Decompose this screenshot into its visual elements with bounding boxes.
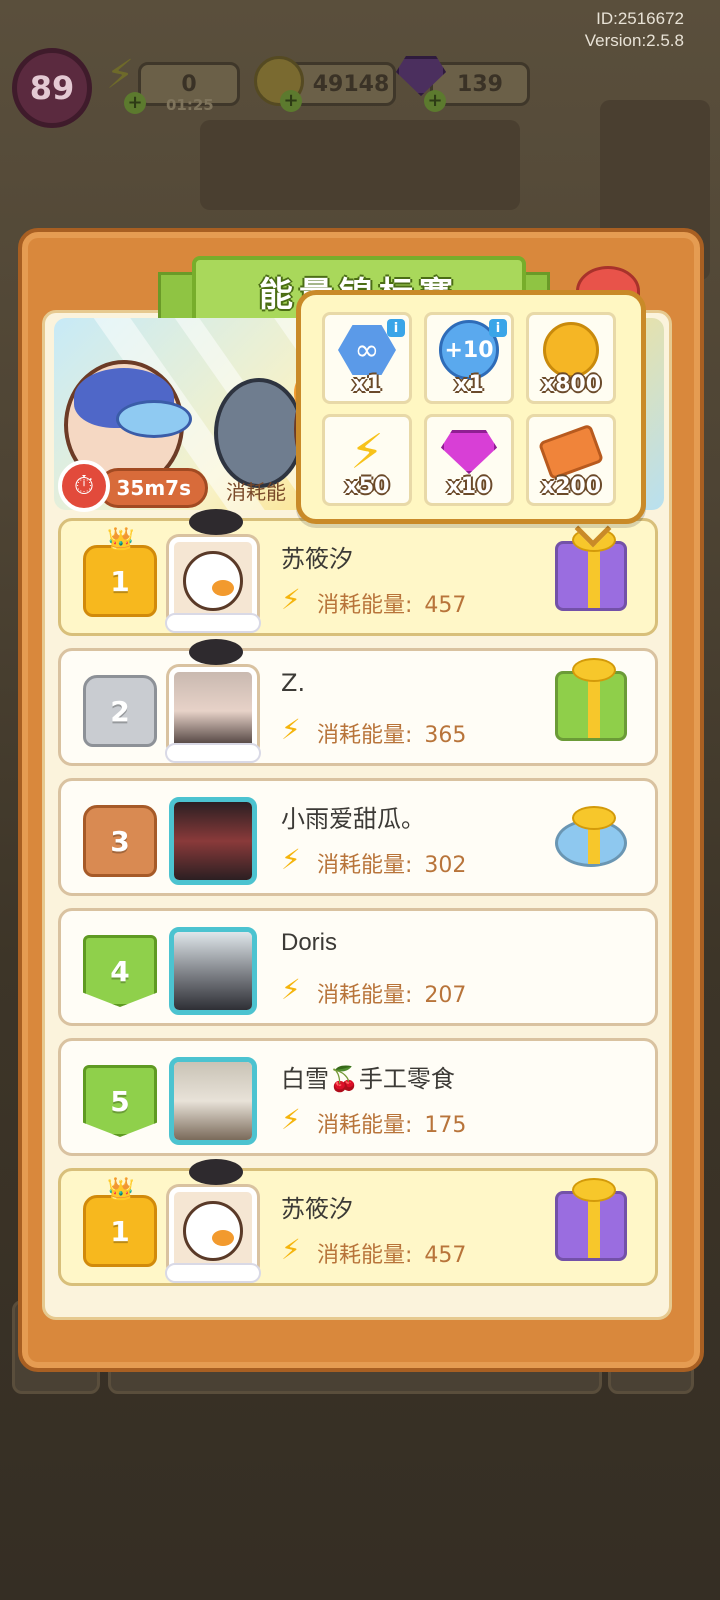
energy-consumed: 消耗能量: 207 [317, 983, 467, 1008]
reward-quantity: x800 [540, 372, 602, 397]
rank-badge-green: 4 [83, 935, 157, 1007]
background-shelf [200, 120, 520, 210]
lightning-icon: ⚡ [281, 1103, 301, 1136]
lightning-icon: ⚡ [281, 973, 301, 1006]
player-name: 苏筱汐 [281, 1195, 353, 1223]
rank-badge-green: 5 [83, 1065, 157, 1137]
reward-coins[interactable]: x800 [526, 312, 616, 404]
player-name: Doris [281, 929, 338, 956]
add-coins-plus-icon[interactable]: + [280, 90, 302, 112]
reward-quantity: x200 [540, 474, 602, 499]
info-icon[interactable]: i [489, 319, 507, 337]
lightning-icon: ⚡ [281, 843, 301, 876]
user-photo [174, 672, 252, 750]
leaderboard-row-4[interactable]: 4 Doris ⚡ 消耗能量: 207 [58, 908, 658, 1026]
rank-number: 3 [110, 824, 130, 858]
gift-box-icon[interactable] [555, 528, 627, 611]
energy-consumed: 消耗能量: 365 [317, 723, 467, 748]
banner-consume-label: 消耗能 [226, 480, 286, 504]
ticket-icon [537, 423, 605, 481]
bird-character [214, 378, 304, 488]
player-name: 苏筱汐 [281, 545, 353, 573]
rank-number: 4 [110, 954, 130, 988]
coin-icon [543, 322, 599, 378]
reward-quantity: x1 [352, 372, 382, 397]
user-id-label: ID:2516672 [596, 9, 684, 28]
reward-quantity: x1 [454, 372, 484, 397]
avatar[interactable] [169, 537, 257, 625]
rank-number: 1 [110, 564, 130, 598]
gift-box-icon[interactable] [555, 1178, 627, 1261]
gift-box-icon[interactable] [555, 806, 627, 867]
avatar-cloud-frame [165, 613, 261, 633]
avatar-bow-frame [189, 639, 243, 665]
leaderboard-row-2[interactable]: 2 Z. ⚡ 消耗能量: 365 [58, 639, 658, 766]
reward-tickets[interactable]: x200 [526, 414, 616, 506]
rank-badge-gold: 1 [83, 1195, 157, 1267]
info-icon[interactable]: i [387, 319, 405, 337]
add-energy-plus-icon[interactable]: + [124, 92, 146, 114]
rank-badge-silver: 2 [83, 675, 157, 747]
avatar-cloud-frame [165, 743, 261, 763]
rank-number: 2 [110, 694, 130, 728]
avatar[interactable] [169, 797, 257, 885]
lightning-icon: ⚡ [281, 713, 301, 746]
rank-number: 5 [110, 1084, 130, 1118]
reward-infinity[interactable]: ∞ i x1 [322, 312, 412, 404]
countdown-text: 35m7s [116, 476, 192, 500]
player-name: Z. [281, 669, 306, 697]
user-photo [174, 802, 252, 880]
my-rank-row[interactable]: 1 👑 苏筱汐 ⚡ 消耗能量: 457 [58, 1159, 658, 1286]
energy-consumed: 消耗能量: 457 [317, 593, 467, 618]
add-gems-plus-icon[interactable]: + [424, 90, 446, 112]
clock-icon: ⏱ [58, 460, 110, 512]
reward-quantity: x10 [446, 474, 492, 499]
coin-value: 49148 [312, 71, 390, 97]
player-name: 小雨爱甜瓜。 [281, 805, 425, 833]
player-name: 白雪🍒手工零食 [281, 1065, 455, 1093]
girl-character-bow [116, 400, 192, 438]
crown-icon: 👑 [107, 527, 135, 552]
player-level: 89 [29, 69, 75, 107]
avatar[interactable] [169, 927, 257, 1015]
gem-icon [441, 430, 497, 474]
rank-badge-bronze: 3 [83, 805, 157, 877]
user-photo [174, 932, 252, 1010]
reward-energy[interactable]: ⚡ x50 [322, 414, 412, 506]
avatar[interactable] [169, 1187, 257, 1275]
avatar[interactable] [169, 1057, 257, 1145]
leaderboard-row-3[interactable]: 3 小雨爱甜瓜。 ⚡ 消耗能量: 302 [58, 778, 658, 896]
duck-avatar-image [183, 1201, 243, 1261]
leaderboard-row-1[interactable]: 1 👑 苏筱汐 ⚡ 消耗能量: 457 [58, 509, 658, 636]
avatar-cloud-frame [165, 1263, 261, 1283]
version-label: Version:2.5.8 [584, 31, 684, 50]
rank-number: 1 [110, 1214, 130, 1248]
build-info: ID:2516672 Version:2.5.8 [585, 8, 684, 52]
reward-gems[interactable]: x10 [424, 414, 514, 506]
player-level-badge[interactable]: 89 [12, 48, 92, 128]
rank-badge-gold: 1 [83, 545, 157, 617]
avatar-bow-frame [189, 509, 243, 535]
energy-value: 0 [181, 71, 197, 97]
gem-value: 139 [457, 71, 503, 97]
reward-quantity: x50 [344, 474, 390, 499]
leaderboard-row-5[interactable]: 5 白雪🍒手工零食 ⚡ 消耗能量: 175 [58, 1038, 658, 1156]
user-photo [174, 1062, 252, 1140]
gift-box-icon[interactable] [555, 658, 627, 741]
energy-consumed: 消耗能量: 457 [317, 1243, 467, 1268]
energy-timer: 01:25 [166, 96, 214, 114]
lightning-icon: ⚡ [350, 424, 384, 480]
avatar[interactable] [169, 667, 257, 755]
lightning-icon: ⚡ [281, 583, 301, 616]
avatar-bow-frame [189, 1159, 243, 1185]
reward-plus-ten[interactable]: +10 i x1 [424, 312, 514, 404]
countdown-pill: 35m7s [98, 468, 208, 508]
energy-consumed: 消耗能量: 175 [317, 1113, 467, 1138]
duck-avatar-image [183, 551, 243, 611]
lightning-icon: ⚡ [281, 1233, 301, 1266]
crown-icon: 👑 [107, 1177, 135, 1202]
energy-consumed: 消耗能量: 302 [317, 853, 467, 878]
